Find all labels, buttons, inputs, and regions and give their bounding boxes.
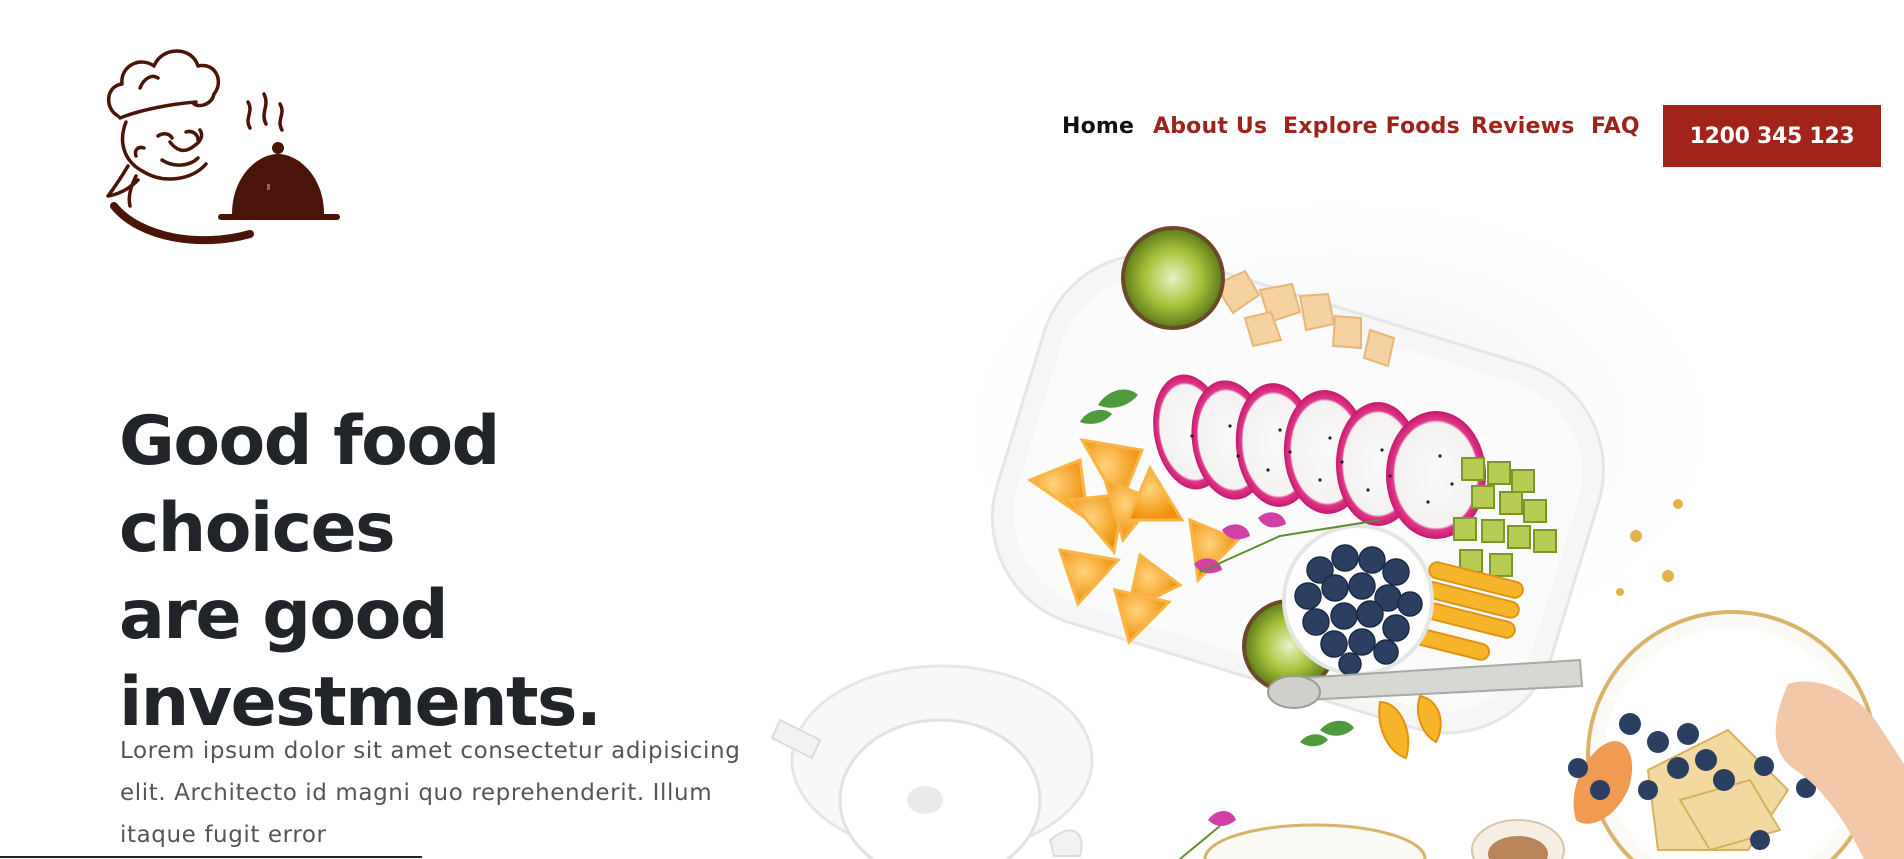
nav-reviews-link[interactable]: Reviews [1471,114,1574,139]
nav-home-link[interactable]: Home [1062,114,1134,139]
fruit-platter-photo-icon [770,200,1904,859]
hero-title: Good food choices are good investments. [119,398,779,746]
nav-about-link[interactable]: About Us [1153,114,1267,139]
hero-description: Lorem ipsum dolor sit amet consectetur a… [120,738,741,848]
hero-title-line: are good [119,576,449,655]
phone-call-button[interactable]: 1200 345 123 [1663,105,1881,167]
chef-logo-icon[interactable] [100,38,340,250]
nav-explore-foods-link[interactable]: Explore Foods [1283,114,1460,139]
nav-faq-link[interactable]: FAQ [1591,114,1640,139]
hero-title-line: Good food choices [119,402,500,568]
divider-line [0,856,422,858]
